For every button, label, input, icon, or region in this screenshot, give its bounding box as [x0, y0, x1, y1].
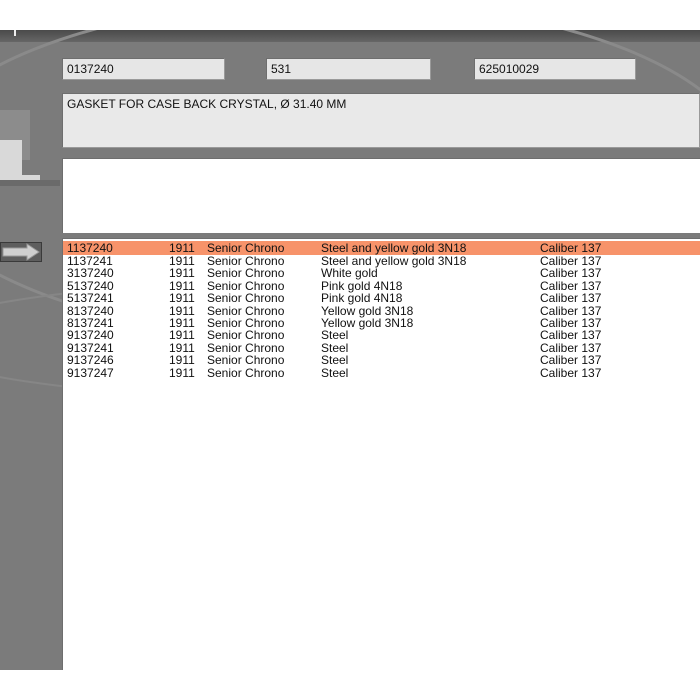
cell-material: Steel and yellow gold 3N18 [321, 254, 467, 268]
cell-caliber: Caliber 137 [540, 241, 602, 255]
cell-caliber: Caliber 137 [540, 303, 602, 318]
cell-model: Senior Chrono [207, 266, 285, 281]
cell-material: Pink gold 4N18 [321, 278, 403, 293]
cell-year: 1911 [169, 340, 195, 355]
cell-year: 1911 [169, 254, 195, 268]
cell-reference: 9137246 [67, 353, 114, 368]
cell-year: 1911 [169, 266, 195, 281]
cell-reference: 9137241 [67, 340, 114, 355]
cell-reference: 3137240 [67, 266, 114, 281]
cell-caliber: Caliber 137 [540, 316, 602, 330]
description-field[interactable]: GASKET FOR CASE BACK CRYSTAL, Ø 31.40 MM [62, 93, 700, 148]
cell-caliber: Caliber 137 [540, 353, 602, 368]
cell-reference: 5137241 [67, 291, 114, 306]
cell-model: Senior Chrono [207, 316, 285, 330]
cell-model: Senior Chrono [207, 241, 285, 255]
list-item[interactable]: 3137240 1911 Senior Chrono White gold Ca… [63, 267, 700, 279]
list-item[interactable]: 8137241 1911 Senior Chrono Yellow gold 3… [63, 317, 700, 329]
cell-caliber: Caliber 137 [540, 291, 602, 306]
list-item[interactable]: 5137241 1911 Senior Chrono Pink gold 4N1… [63, 292, 700, 304]
navigate-button[interactable] [0, 242, 42, 262]
cell-caliber: Caliber 137 [540, 278, 602, 293]
title-bar [0, 30, 700, 42]
cell-model: Senior Chrono [207, 328, 285, 343]
code-field[interactable]: 531 [266, 58, 431, 80]
list-item[interactable]: 9137247 1911 Senior Chrono Steel Caliber… [63, 367, 700, 379]
cell-year: 1911 [169, 353, 195, 368]
cell-year: 1911 [169, 365, 195, 380]
cell-year: 1911 [169, 328, 195, 343]
cell-model: Senior Chrono [207, 365, 285, 380]
cell-model: Senior Chrono [207, 254, 285, 268]
cell-year: 1911 [169, 291, 195, 306]
results-list: 1137240 1911 Senior Chrono Steel and yel… [62, 238, 700, 670]
cell-material: Steel [321, 328, 349, 343]
cell-material: Steel [321, 340, 349, 355]
reference-field[interactable]: 0137240 [62, 58, 225, 80]
cell-caliber: Caliber 137 [540, 254, 602, 268]
cell-model: Senior Chrono [207, 340, 285, 355]
list-item[interactable]: 1137240 1911 Senior Chrono Steel and yel… [63, 241, 700, 255]
cell-model: Senior Chrono [207, 303, 285, 318]
cell-model: Senior Chrono [207, 291, 285, 306]
cell-caliber: Caliber 137 [540, 266, 602, 281]
cell-material: Yellow gold 3N18 [321, 316, 414, 330]
cell-caliber: Caliber 137 [540, 328, 602, 343]
cell-year: 1911 [169, 241, 195, 255]
cell-reference: 1137241 [67, 254, 113, 268]
list-item[interactable]: 8137240 1911 Senior Chrono Yellow gold 3… [63, 305, 700, 317]
cell-model: Senior Chrono [207, 278, 285, 293]
cell-material: Pink gold 4N18 [321, 291, 403, 306]
cell-reference: 5137240 [67, 278, 114, 293]
cell-material: White gold [321, 266, 378, 281]
arrow-right-icon [2, 243, 40, 261]
number-field[interactable]: 625010029 [474, 58, 636, 80]
cell-material: Steel [321, 353, 349, 368]
cell-year: 1911 [169, 278, 195, 293]
list-item[interactable]: 1137241 1911 Senior Chrono Steel and yel… [63, 255, 700, 267]
cell-reference: 8137241 [67, 316, 114, 330]
cell-reference: 1137240 [67, 241, 113, 255]
cell-reference: 9137240 [67, 328, 114, 343]
cell-material: Steel [321, 365, 349, 380]
list-item[interactable]: 9137241 1911 Senior Chrono Steel Caliber… [63, 342, 700, 354]
cell-material: Yellow gold 3N18 [321, 303, 414, 318]
list-item[interactable]: 9137240 1911 Senior Chrono Steel Caliber… [63, 329, 700, 341]
cell-caliber: Caliber 137 [540, 340, 602, 355]
cell-caliber: Caliber 137 [540, 365, 602, 380]
notes-area[interactable] [62, 158, 700, 233]
list-item[interactable]: 5137240 1911 Senior Chrono Pink gold 4N1… [63, 280, 700, 292]
app-window: 0137240 531 625010029 GASKET FOR CASE BA… [0, 30, 700, 670]
cell-reference: 9137247 [67, 365, 114, 380]
title-bar-mark [14, 30, 16, 36]
cell-material: Steel and yellow gold 3N18 [321, 241, 467, 255]
cell-reference: 8137240 [67, 303, 114, 318]
cell-model: Senior Chrono [207, 353, 285, 368]
cell-year: 1911 [169, 316, 195, 330]
list-item[interactable]: 9137246 1911 Senior Chrono Steel Caliber… [63, 354, 700, 366]
cell-year: 1911 [169, 303, 195, 318]
